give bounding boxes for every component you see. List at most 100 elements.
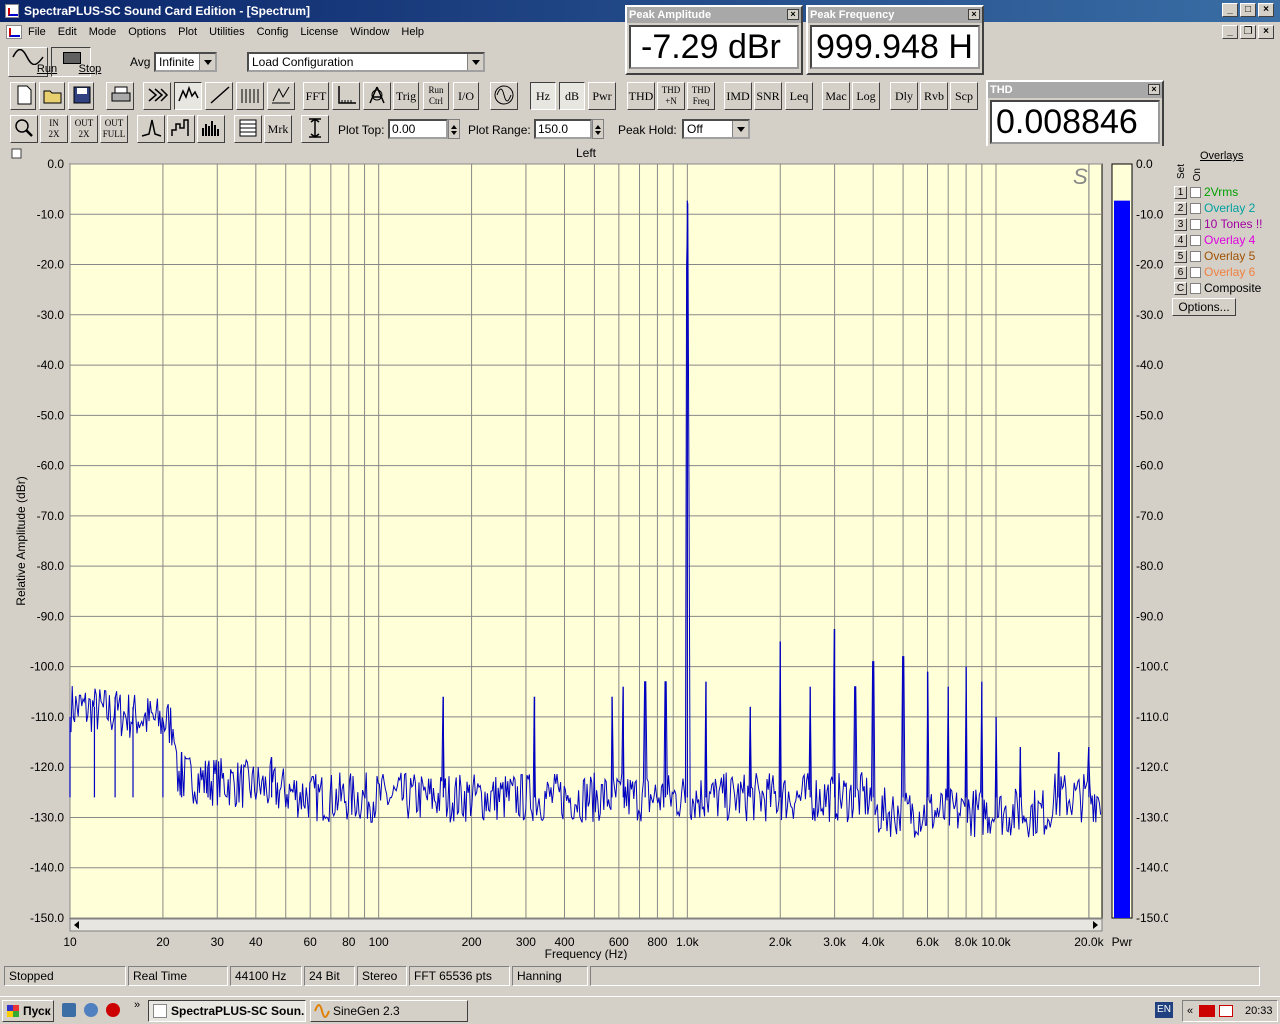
menu-file[interactable]: File — [28, 26, 46, 38]
avg-select[interactable]: Infinite — [154, 52, 217, 72]
child-close-button[interactable]: × — [1258, 25, 1274, 39]
overlay-on-checkbox[interactable] — [1190, 187, 1201, 199]
menu-utilities[interactable]: Utilities — [209, 26, 244, 38]
overlay-set-button[interactable]: 5 — [1174, 250, 1187, 264]
opera-icon[interactable] — [106, 1003, 120, 1017]
overlay-set-button[interactable]: 4 — [1174, 234, 1187, 248]
y-scale-button[interactable] — [301, 115, 329, 143]
menu-plot[interactable]: Plot — [178, 26, 197, 38]
hz-button[interactable]: Hz — [530, 82, 556, 110]
task-sinegen[interactable]: SineGen 2.3 — [310, 1000, 468, 1022]
io-button[interactable]: I/O — [453, 82, 479, 110]
child-restore-button[interactable]: ❐ — [1240, 25, 1256, 39]
overlay-set-button[interactable]: 6 — [1174, 266, 1187, 280]
overlay-on-checkbox[interactable] — [1190, 235, 1201, 247]
db-button[interactable]: dB — [559, 82, 585, 110]
print-button[interactable] — [106, 82, 134, 110]
overlay-on-checkbox[interactable] — [1190, 251, 1201, 263]
horizontal-scrollbar[interactable] — [69, 918, 1103, 932]
run-button[interactable]: Run — [8, 47, 57, 77]
overlay-on-checkbox[interactable] — [1190, 219, 1201, 231]
overlay-set-button[interactable]: 1 — [1174, 186, 1187, 200]
configuration-select[interactable]: Load Configuration — [247, 52, 485, 72]
menu-options[interactable]: Options — [128, 26, 166, 38]
trig-button[interactable]: Trig — [393, 82, 419, 110]
waterfall-button[interactable] — [236, 82, 264, 110]
document-icon[interactable] — [6, 25, 22, 39]
chevron-down-icon[interactable] — [199, 54, 215, 70]
menu-mode[interactable]: Mode — [89, 26, 117, 38]
browser-icon[interactable] — [84, 1003, 98, 1017]
marker-button[interactable]: Mrk — [264, 115, 292, 143]
echo-icon[interactable] — [1199, 1005, 1215, 1017]
menu-config[interactable]: Config — [257, 26, 289, 38]
overlay-on-checkbox[interactable] — [1190, 283, 1201, 295]
close-icon[interactable]: × — [968, 9, 980, 20]
task-spectraplus[interactable]: SpectraPLUS-SC Soun... — [148, 1000, 306, 1022]
overlay-set-button[interactable]: C — [1174, 282, 1187, 296]
overlay-on-checkbox[interactable] — [1190, 203, 1201, 215]
chevron-right-icon[interactable]: » — [134, 999, 140, 1011]
thd-meter[interactable]: THD × 0.008846 — [986, 80, 1164, 150]
bar-plot-button[interactable] — [197, 115, 225, 143]
signal-generator-button[interactable] — [490, 82, 518, 110]
time-series-button[interactable] — [205, 82, 233, 110]
chevron-down-icon[interactable] — [467, 54, 483, 70]
language-indicator[interactable]: EN — [1155, 1002, 1173, 1018]
leq-button[interactable]: Leq — [785, 82, 813, 110]
overlay-options-button[interactable]: Options... — [1172, 298, 1236, 316]
menu-edit[interactable]: Edit — [58, 26, 77, 38]
data-table-button[interactable] — [234, 115, 262, 143]
dly-button[interactable]: Dly — [890, 82, 918, 110]
snr-button[interactable]: SNR — [754, 82, 782, 110]
menu-help[interactable]: Help — [401, 26, 424, 38]
menu-window[interactable]: Window — [350, 26, 389, 38]
close-icon[interactable]: × — [1148, 84, 1160, 95]
spectrum-mode-button[interactable] — [174, 82, 202, 110]
save-button[interactable] — [68, 82, 94, 110]
zoom-out-2x-button[interactable]: OUT 2X — [70, 115, 98, 143]
log-button[interactable]: Log — [852, 82, 880, 110]
chevron-down-icon[interactable] — [732, 121, 748, 137]
plot-range-input[interactable]: 150.0 — [534, 119, 592, 139]
spectrogram-3d-button[interactable] — [267, 82, 295, 110]
scp-button[interactable]: Scp — [950, 82, 978, 110]
imd-button[interactable]: IMD — [724, 82, 752, 110]
peak-amplitude-meter[interactable]: Peak Amplitude × -7.29 dBr — [625, 5, 803, 75]
fast-forward-button[interactable] — [143, 82, 171, 110]
overlay-set-button[interactable]: 3 — [1174, 218, 1187, 232]
peak-hold-select[interactable]: Off — [682, 119, 750, 139]
overlay-on-checkbox[interactable] — [1190, 267, 1201, 279]
child-minimize-button[interactable]: _ — [1222, 25, 1238, 39]
open-folder-button[interactable] — [39, 82, 65, 110]
thd-freq-button[interactable]: THD Freq — [687, 82, 715, 110]
thd-button[interactable]: THD — [627, 82, 655, 110]
plot-top-input[interactable]: 0.00 — [388, 119, 448, 139]
zoom-in-2x-button[interactable]: IN 2X — [40, 115, 68, 143]
rvb-button[interactable]: Rvb — [920, 82, 948, 110]
close-icon[interactable]: × — [787, 9, 799, 20]
show-desktop-icon[interactable] — [62, 1003, 76, 1017]
thd-n-button[interactable]: THD +N — [657, 82, 685, 110]
bar-outline-plot-button[interactable] — [167, 115, 195, 143]
maximize-button[interactable]: □ — [1240, 3, 1256, 17]
mac-button[interactable]: Mac — [822, 82, 850, 110]
stop-button[interactable]: Stop — [51, 47, 101, 77]
zoom-button[interactable] — [10, 115, 38, 143]
axis-scale-button[interactable] — [332, 82, 360, 110]
line-plot-button[interactable] — [137, 115, 165, 143]
minimize-button[interactable]: _ — [1222, 3, 1238, 17]
calibration-button[interactable] — [363, 82, 391, 110]
menu-license[interactable]: License — [300, 26, 338, 38]
new-file-button[interactable] — [10, 82, 36, 110]
volume-muted-icon[interactable] — [1219, 1005, 1233, 1017]
overlay-set-button[interactable]: 2 — [1174, 202, 1187, 216]
close-button[interactable]: × — [1258, 3, 1274, 17]
spectrum-chart[interactable]: Left 0.0 0.0 -10.0 -10.0 -20.0 -20.0 -30.0 -30.0… — [8, 146, 1170, 961]
plot-range-spinner[interactable] — [592, 119, 604, 139]
run-ctrl-button[interactable]: Run Ctrl — [423, 82, 449, 110]
zoom-out-full-button[interactable]: OUT FULL — [100, 115, 128, 143]
plot-top-spinner[interactable] — [448, 119, 460, 139]
chevron-left-icon[interactable]: « — [1187, 1001, 1193, 1021]
fft-button[interactable]: FFT — [303, 82, 329, 110]
